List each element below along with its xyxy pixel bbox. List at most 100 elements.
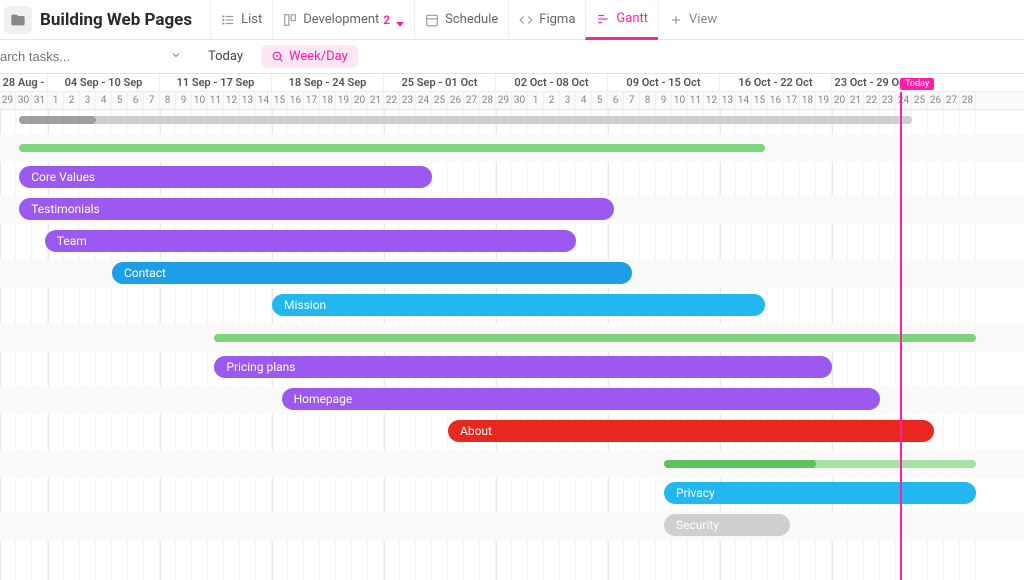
tab-label: Development bbox=[303, 12, 379, 27]
board-icon bbox=[283, 13, 297, 27]
calendar-icon bbox=[425, 13, 439, 27]
gantt-task-bar[interactable]: Team bbox=[45, 230, 576, 252]
gantt-chart[interactable]: 28 Aug - 03 Sep04 Sep - 10 Sep11 Sep - 1… bbox=[0, 74, 1024, 580]
tab-label: List bbox=[241, 12, 262, 27]
tab-development[interactable]: Development 2 bbox=[272, 0, 414, 40]
tab-list[interactable]: List bbox=[210, 0, 272, 40]
gantt-summary-progress bbox=[19, 116, 96, 124]
week-header: 11 Sep - 17 Sep bbox=[160, 74, 272, 91]
header-tabs: Building Web Pages List Development 2 Sc… bbox=[0, 0, 1024, 40]
day-header: 29 bbox=[0, 92, 16, 109]
day-header: 7 bbox=[624, 92, 640, 109]
tab-label: Gantt bbox=[616, 11, 648, 26]
folder-icon bbox=[10, 12, 26, 28]
folder-button[interactable] bbox=[4, 6, 32, 34]
today-marker: Today bbox=[900, 92, 902, 580]
gantt-task-bar[interactable]: About bbox=[448, 420, 934, 442]
today-flag: Today bbox=[900, 78, 934, 90]
week-header: 04 Sep - 10 Sep bbox=[48, 74, 160, 91]
gantt-group-bar[interactable] bbox=[214, 334, 976, 342]
tab-label: View bbox=[689, 12, 717, 27]
gantt-task-bar[interactable]: Homepage bbox=[282, 388, 880, 410]
tab-schedule[interactable]: Schedule bbox=[414, 0, 508, 40]
gantt-summary-bar[interactable] bbox=[19, 116, 912, 124]
tab-label: Schedule bbox=[445, 12, 498, 27]
gantt-task-bar[interactable]: Privacy bbox=[664, 482, 976, 504]
day-header: 6 bbox=[128, 92, 144, 109]
day-header: 4 bbox=[96, 92, 112, 109]
gantt-group-progress bbox=[664, 460, 816, 468]
search-field[interactable] bbox=[0, 49, 190, 65]
day-header: 15 bbox=[752, 92, 768, 109]
day-header: 9 bbox=[656, 92, 672, 109]
day-header: 17 bbox=[304, 92, 320, 109]
day-header: 25 bbox=[432, 92, 448, 109]
day-header: 21 bbox=[368, 92, 384, 109]
day-header: 3 bbox=[80, 92, 96, 109]
tab-add-view[interactable]: View bbox=[658, 0, 727, 40]
zoom-button[interactable]: Week/Day bbox=[261, 45, 358, 68]
day-header: 19 bbox=[816, 92, 832, 109]
day-header: 11 bbox=[208, 92, 224, 109]
day-header: 28 bbox=[960, 92, 976, 109]
day-header: 20 bbox=[832, 92, 848, 109]
week-header: 18 Sep - 24 Sep bbox=[272, 74, 384, 91]
day-header: 26 bbox=[448, 92, 464, 109]
zoom-icon bbox=[271, 50, 284, 63]
day-header: 17 bbox=[784, 92, 800, 109]
week-header: 25 Sep - 01 Oct bbox=[384, 74, 496, 91]
code-icon bbox=[519, 13, 533, 27]
zoom-label: Week/Day bbox=[289, 49, 348, 64]
tab-gantt[interactable]: Gantt bbox=[585, 0, 658, 40]
gantt-task-bar[interactable]: Contact bbox=[112, 262, 632, 284]
day-header: 12 bbox=[704, 92, 720, 109]
day-header: 15 bbox=[272, 92, 288, 109]
week-header: 09 Oct - 15 Oct bbox=[608, 74, 720, 91]
day-header: 1 bbox=[528, 92, 544, 109]
day-header: 26 bbox=[928, 92, 944, 109]
day-header: 11 bbox=[688, 92, 704, 109]
day-header: 2 bbox=[64, 92, 80, 109]
day-header: 28 bbox=[480, 92, 496, 109]
day-header: 3 bbox=[560, 92, 576, 109]
day-header-row: 2930311234567891011121314151617181920212… bbox=[0, 92, 1024, 110]
day-header: 18 bbox=[320, 92, 336, 109]
day-header: 24 bbox=[416, 92, 432, 109]
day-header: 9 bbox=[176, 92, 192, 109]
day-header: 18 bbox=[800, 92, 816, 109]
day-header: 13 bbox=[720, 92, 736, 109]
day-header: 22 bbox=[864, 92, 880, 109]
gantt-group-bar[interactable] bbox=[19, 144, 765, 152]
day-header: 20 bbox=[352, 92, 368, 109]
gantt-task-bar[interactable]: Core Values bbox=[19, 166, 432, 188]
search-input[interactable] bbox=[0, 49, 166, 64]
day-header: 5 bbox=[112, 92, 128, 109]
today-button[interactable]: Today bbox=[198, 45, 253, 68]
day-header: 1 bbox=[48, 92, 64, 109]
page-title: Building Web Pages bbox=[40, 10, 192, 30]
day-header: 29 bbox=[496, 92, 512, 109]
tab-figma[interactable]: Figma bbox=[508, 0, 585, 40]
gantt-task-bar[interactable]: Mission bbox=[272, 294, 765, 316]
day-header: 8 bbox=[640, 92, 656, 109]
chart-body[interactable]: Core Values Testimonials Team Contact Missio… bbox=[0, 110, 1024, 580]
day-header: 21 bbox=[848, 92, 864, 109]
gantt-task-bar[interactable]: Security bbox=[664, 514, 790, 536]
day-header: 2 bbox=[544, 92, 560, 109]
day-header: 31 bbox=[32, 92, 48, 109]
day-header: 25 bbox=[912, 92, 928, 109]
day-header: 27 bbox=[464, 92, 480, 109]
tab-badge: 2 bbox=[383, 13, 390, 27]
tab-label: Figma bbox=[539, 12, 575, 27]
day-header: 5 bbox=[592, 92, 608, 109]
day-header: 30 bbox=[512, 92, 528, 109]
week-header: 16 Oct - 22 Oct bbox=[720, 74, 832, 91]
toolbar: Today Week/Day bbox=[0, 40, 1024, 74]
gantt-task-bar[interactable]: Pricing plans bbox=[214, 356, 832, 378]
chevron-down-icon[interactable] bbox=[170, 49, 182, 65]
day-header: 19 bbox=[336, 92, 352, 109]
day-header: 23 bbox=[400, 92, 416, 109]
week-header-row: 28 Aug - 03 Sep04 Sep - 10 Sep11 Sep - 1… bbox=[0, 74, 1024, 92]
day-header: 10 bbox=[192, 92, 208, 109]
gantt-task-bar[interactable]: Testimonials bbox=[19, 198, 614, 220]
